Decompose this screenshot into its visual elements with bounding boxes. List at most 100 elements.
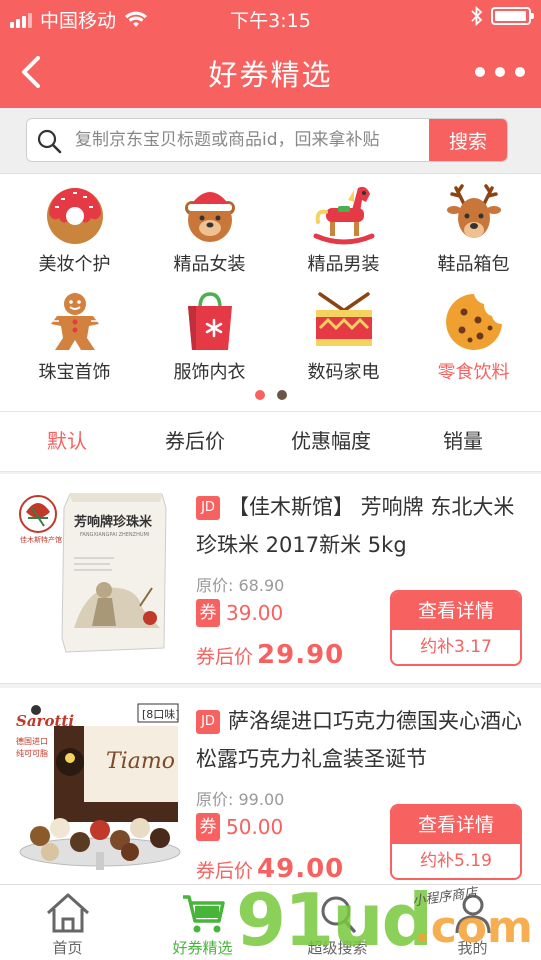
search-box: 搜索: [26, 118, 508, 162]
coupon-info: 券 50.00: [196, 812, 283, 842]
bottom-tab-label: 超级搜索: [307, 939, 368, 957]
product-title: JD 【佳木斯馆】 芳响牌 东北大米 珍珠米 2017新米 5kg: [196, 488, 526, 564]
product-card[interactable]: Sarotti 德国进口 纯可可脂 [8口味] Tiamo JD 萨洛缇进口巧克力…: [0, 688, 541, 898]
bottom-tab-bar: 首页 好券精选 超级搜索 我的: [0, 884, 541, 960]
subsidy-amount: 约补3.17: [420, 637, 492, 657]
category-item-men[interactable]: 精品男装: [276, 174, 411, 275]
product-image-rice: 佳木斯特产馆 芳响牌珍珠米 FANGXIANGPAI ZHENZHUMI: [19, 493, 167, 653]
original-price-label: 原价:: [196, 790, 234, 809]
category-label: 珠宝首饰: [38, 362, 111, 383]
view-details-button[interactable]: 查看详情 约补5.19: [390, 804, 522, 880]
shopping-bag-icon: [187, 292, 232, 350]
after-coupon-value: 49.00: [257, 854, 345, 884]
gingerbread-icon: [50, 293, 99, 350]
bear-santa-icon: [184, 185, 235, 242]
after-coupon-label: 券后价: [196, 646, 254, 668]
home-icon: [46, 893, 89, 933]
svg-text:纯可可脂: 纯可可脂: [16, 748, 48, 758]
flavor-count-tag: [8口味]: [142, 708, 180, 721]
category-label: 美妆个护: [38, 254, 111, 275]
bottom-tab-super-search[interactable]: 超级搜索: [270, 885, 405, 960]
category-label: 鞋品箱包: [437, 254, 510, 275]
user-icon: [455, 894, 490, 934]
category-item-women[interactable]: 精品女装: [142, 174, 277, 275]
tab-default[interactable]: 默认: [12, 412, 122, 472]
bottom-tab-mine[interactable]: 我的: [405, 885, 540, 960]
after-coupon-value: 29.90: [257, 640, 345, 670]
search-input[interactable]: [75, 119, 425, 161]
coupon-value: 39.00: [226, 601, 284, 625]
page-title: 好券精选: [208, 58, 333, 92]
tab-price-after-coupon[interactable]: 券后价: [140, 412, 250, 472]
original-price: 原价: 99.00: [196, 786, 284, 810]
product-title-text: 萨洛缇进口巧克力德国夹心酒心松露巧克力礼盒装圣诞节: [196, 709, 522, 771]
category-item-digital[interactable]: 数码家电: [276, 282, 411, 383]
product-image-chocolate: Sarotti 德国进口 纯可可脂 [8口味] Tiamo: [16, 703, 181, 870]
after-coupon-price: 券后价 49.00: [196, 854, 344, 884]
bottom-tab-label: 首页: [52, 939, 83, 957]
search-icon: [321, 896, 356, 933]
view-details-label: 查看详情: [392, 806, 520, 844]
category-label: 零食饮料: [437, 362, 510, 383]
view-details-label: 查看详情: [392, 592, 520, 630]
bottom-tab-coupons[interactable]: 好券精选: [135, 885, 270, 960]
more-menu-icon[interactable]: [475, 58, 525, 86]
bluetooth-icon: [471, 6, 483, 26]
category-label: 服饰内衣: [173, 362, 246, 383]
cookie-icon: [445, 294, 502, 350]
bottom-tab-label: 我的: [457, 939, 488, 957]
search-icon: [37, 129, 62, 154]
sort-tabs: 默认 券后价 优惠幅度 销量: [0, 412, 541, 472]
original-price-label: 原价:: [196, 576, 234, 595]
search-bar: 搜索: [0, 108, 541, 174]
category-grid: 美妆个护 精品女装 精品男装 鞋品箱包 珠宝首饰 服饰内衣 数码家电 零食饮料: [0, 174, 541, 412]
after-coupon-price: 券后价 29.90: [196, 640, 344, 670]
box-brand-text: Tiamo: [106, 749, 175, 774]
product-title-text: 【佳木斯馆】 芳响牌 东北大米 珍珠米 2017新米 5kg: [196, 495, 515, 557]
svg-text:德国进口: 德国进口: [16, 736, 48, 746]
category-item-snacks[interactable]: 零食饮料: [406, 282, 541, 383]
category-label: 精品男装: [307, 254, 380, 275]
battery-icon: [491, 7, 534, 25]
carousel-dot[interactable]: [254, 390, 265, 400]
product-title: JD 萨洛缇进口巧克力德国夹心酒心松露巧克力礼盒装圣诞节: [196, 702, 526, 778]
category-item-jewelry[interactable]: 珠宝首饰: [7, 282, 142, 383]
tab-discount[interactable]: 优惠幅度: [266, 412, 396, 472]
bottom-tab-label: 好券精选: [172, 939, 233, 957]
carousel-dots: [0, 390, 541, 400]
rocking-horse-icon: [313, 186, 374, 245]
category-label: 数码家电: [307, 362, 380, 383]
category-item-beauty[interactable]: 美妆个护: [7, 174, 142, 275]
bottom-tab-home[interactable]: 首页: [0, 885, 135, 960]
jd-badge: JD: [196, 710, 220, 734]
nav-bar: 好券精选: [0, 36, 541, 108]
coupon-badge: 券: [196, 813, 220, 841]
coupon-value: 50.00: [226, 815, 284, 839]
original-price: 原价: 68.90: [196, 572, 284, 596]
rice-bag-label: 芳响牌珍珠米: [74, 514, 153, 530]
status-right: [471, 6, 534, 26]
category-item-shoes-bags[interactable]: 鞋品箱包: [406, 174, 541, 275]
product-card[interactable]: 佳木斯特产馆 芳响牌珍珠米 FANGXIANGPAI ZHENZHUMI JD 【…: [0, 474, 541, 684]
search-button[interactable]: 搜索: [429, 119, 507, 161]
subsidy-amount: 约补5.19: [420, 851, 492, 871]
category-label: 精品女装: [173, 254, 246, 275]
brand-text: 佳木斯特产馆: [20, 535, 62, 544]
status-bar: 中国移动 下午3:15: [0, 0, 541, 36]
status-time: 下午3:15: [230, 10, 311, 32]
cart-icon: [182, 895, 225, 933]
jd-badge: JD: [196, 496, 220, 520]
carousel-dot[interactable]: [276, 390, 287, 400]
original-price-value: 99.00: [238, 790, 285, 809]
coupon-badge: 券: [196, 599, 220, 627]
tab-sales[interactable]: 销量: [408, 412, 518, 472]
original-price-value: 68.90: [238, 576, 285, 595]
drum-icon: [315, 292, 372, 346]
donut-icon: [46, 188, 103, 244]
after-coupon-label: 券后价: [196, 860, 254, 882]
coupon-info: 券 39.00: [196, 598, 283, 628]
view-details-button[interactable]: 查看详情 约补3.17: [390, 590, 522, 666]
category-item-apparel[interactable]: 服饰内衣: [142, 282, 277, 383]
reindeer-icon: [446, 184, 501, 238]
svg-text:FANGXIANGPAI ZHENZHUMI: FANGXIANGPAI ZHENZHUMI: [80, 532, 149, 538]
